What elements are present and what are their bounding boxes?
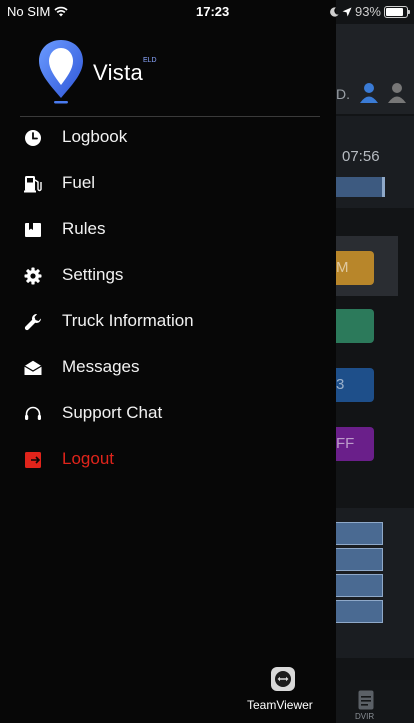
menu-item-messages[interactable]: Messages xyxy=(0,346,336,390)
menu-item-label: Fuel xyxy=(62,173,96,192)
tab-dvir[interactable]: DVIR xyxy=(355,712,374,721)
clipboard-icon[interactable] xyxy=(358,690,374,710)
bg-progress-bar xyxy=(336,177,385,197)
clock-icon xyxy=(23,128,43,148)
menu-item-label: Logbook xyxy=(62,127,128,146)
brand-logo: Vista ELD xyxy=(36,38,176,108)
bg-tab-bar: DVIR xyxy=(336,680,414,723)
menu-item-support-chat[interactable]: Support Chat xyxy=(0,392,336,436)
menu-item-logbook[interactable]: Logbook xyxy=(0,116,336,160)
location-arrow-icon xyxy=(342,7,352,16)
person-icon[interactable] xyxy=(360,82,378,104)
fuel-pump-icon xyxy=(23,174,43,194)
bg-log-row xyxy=(336,522,383,545)
carrier-wifi: No SIM xyxy=(7,4,68,19)
brand-name: Vista xyxy=(93,60,144,85)
menu-item-label: Logout xyxy=(62,449,114,468)
wifi-icon xyxy=(54,6,68,17)
teamviewer-button[interactable]: TeamViewer xyxy=(238,662,330,716)
menu-item-settings[interactable]: Settings xyxy=(0,254,336,298)
bg-driver-initial: D. xyxy=(336,86,350,102)
menu-item-logout[interactable]: Logout xyxy=(0,438,336,482)
gear-icon xyxy=(23,266,43,286)
bg-time: 07:56 xyxy=(342,148,380,165)
carrier-label: No SIM xyxy=(7,4,51,19)
menu-item-label: Messages xyxy=(62,357,140,376)
battery-percent: 93% xyxy=(354,4,381,19)
bg-status-chip[interactable]: M xyxy=(336,251,374,285)
bg-log-row xyxy=(336,548,383,571)
wrench-icon xyxy=(23,312,43,332)
brand-superscript: ELD xyxy=(143,57,157,64)
status-right: 93% xyxy=(330,4,410,19)
bg-log-row xyxy=(336,574,383,597)
location-pin-logo-icon xyxy=(39,40,83,104)
envelope-icon xyxy=(23,358,43,378)
headset-icon xyxy=(23,404,43,424)
menu-item-fuel[interactable]: Fuel xyxy=(0,162,336,206)
background-app[interactable]: D. 07:56 M 3 FF DVIR xyxy=(336,0,414,723)
navigation-drawer: Vista ELD Logbook Fuel Rules Settings Tr… xyxy=(0,0,336,723)
clock-time: 17:23 xyxy=(196,4,230,19)
book-icon xyxy=(23,220,43,240)
bg-log-row xyxy=(336,600,383,623)
menu-item-truck-information[interactable]: Truck Information xyxy=(0,300,336,344)
menu-item-label: Truck Information xyxy=(62,311,194,330)
menu-item-rules[interactable]: Rules xyxy=(0,208,336,252)
moon-icon xyxy=(330,6,339,17)
bg-status-chip[interactable]: FF xyxy=(336,427,374,461)
menu-item-label: Settings xyxy=(62,265,124,284)
teamviewer-label: TeamViewer xyxy=(247,698,313,712)
menu-item-label: Support Chat xyxy=(62,403,163,422)
teamviewer-icon xyxy=(271,667,295,691)
logout-icon xyxy=(23,450,43,470)
person-icon[interactable] xyxy=(388,82,406,104)
bg-status-chip[interactable] xyxy=(336,309,374,343)
bg-status-chip[interactable]: 3 xyxy=(336,368,374,402)
menu-item-label: Rules xyxy=(62,219,106,238)
battery-icon xyxy=(384,5,410,18)
status-bar: No SIM 17:23 93% xyxy=(0,0,414,22)
